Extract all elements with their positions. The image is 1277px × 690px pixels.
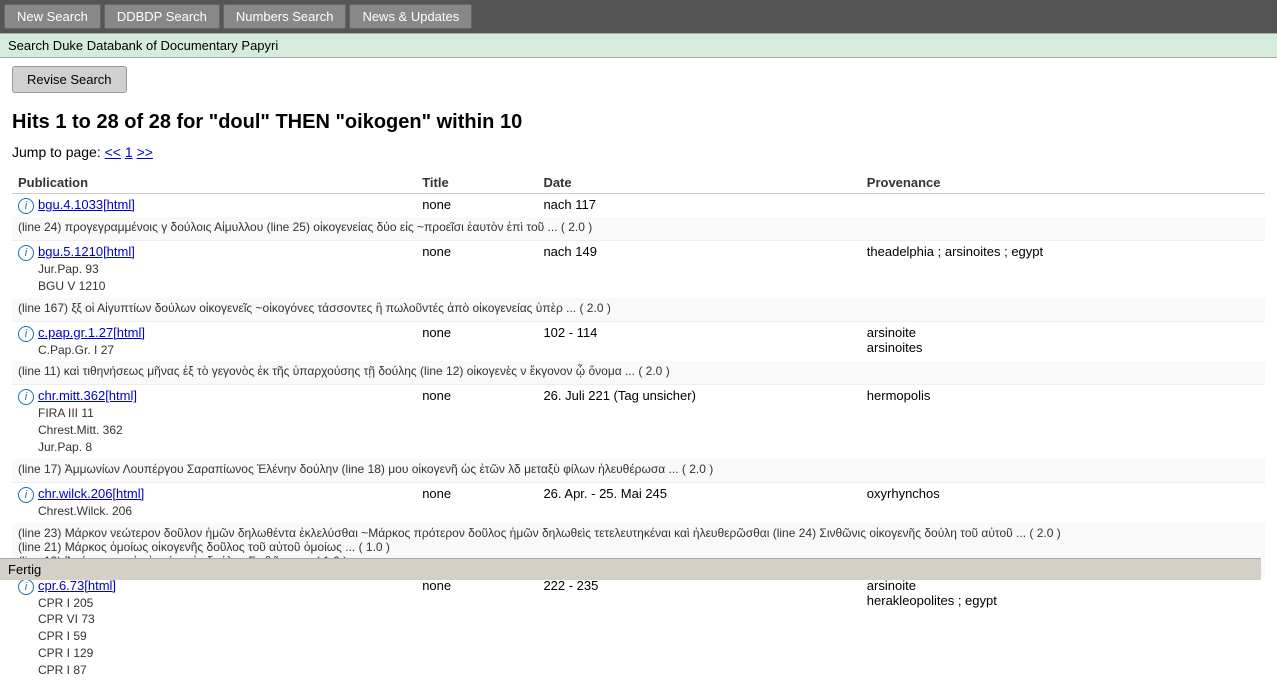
jump-to-page: Jump to page: << 1 >> bbox=[12, 144, 1265, 160]
info-icon[interactable]: i bbox=[18, 389, 34, 405]
publication-cell: i chr.wilck.206[html] Chrest.Wilck. 206 bbox=[12, 482, 416, 522]
title-cell: none bbox=[416, 194, 537, 218]
next-page-link[interactable]: >> bbox=[137, 144, 153, 160]
info-icon[interactable]: i bbox=[18, 198, 34, 214]
main-content: Revise Search Hits 1 to 28 of 28 for "do… bbox=[0, 58, 1277, 690]
publication-cell: i chr.mitt.362[html] FIRA III 11Chrest.Mit… bbox=[12, 385, 416, 459]
info-icon[interactable]: i bbox=[18, 245, 34, 261]
title-cell: none bbox=[416, 241, 537, 298]
context-row: (line 24) προγεγραμμένοις γ δούλοις Αἰμυ… bbox=[12, 217, 1265, 241]
date-cell: nach 117 bbox=[537, 194, 860, 218]
context-row: (line 11) καὶ τιθηνήσεως μῆνας ἐξ τὸ γεγ… bbox=[12, 361, 1265, 385]
publication-details: FIRA III 11Chrest.Mitt. 362Jur.Pap. 8 bbox=[18, 405, 410, 455]
top-nav: New Search DDBDP Search Numbers Search N… bbox=[0, 0, 1277, 33]
publication-details: Chrest.Wilck. 206 bbox=[18, 503, 410, 520]
results-body: ibgu.4.1033[html]nonenach 117(line 24) π… bbox=[12, 194, 1265, 682]
status-text: Fertig bbox=[8, 562, 41, 577]
table-header-row: Publication Title Date Provenance bbox=[12, 172, 1265, 194]
title-cell: none bbox=[416, 574, 537, 681]
publication-cell: i bgu.5.1210[html] Jur.Pap. 93BGU V 1210 bbox=[12, 241, 416, 298]
table-row: icpr.6.73[html]CPR I 205CPR VI 73CPR I 5… bbox=[12, 574, 1265, 681]
provenance-cell: arsinoitearsinoites bbox=[861, 321, 1265, 361]
news-updates-button[interactable]: News & Updates bbox=[349, 4, 472, 29]
results-table: Publication Title Date Provenance i bgu.4… bbox=[12, 172, 1265, 682]
provenance-cell: theadelphia ; arsinoites ; egypt bbox=[861, 241, 1265, 298]
result-link[interactable]: bgu.5.1210[html] bbox=[38, 244, 135, 259]
context-text: (line 11) καὶ τιθηνήσεως μῆνας ἐξ τὸ γεγ… bbox=[12, 361, 1265, 385]
hits-title: Hits 1 to 28 of 28 for "doul" THEN "oiko… bbox=[12, 111, 1265, 134]
date-cell: 26. Juli 221 (Tag unsicher) bbox=[537, 385, 860, 459]
provenance-cell: hermopolis bbox=[861, 385, 1265, 459]
info-icon[interactable]: i bbox=[18, 487, 34, 503]
table-row: i bgu.4.1033[html] nonenach 117 bbox=[12, 194, 1265, 218]
publication-cell: i c.pap.gr.1.27[html] C.Pap.Gr. I 27 bbox=[12, 321, 416, 361]
result-link[interactable]: chr.wilck.206[html] bbox=[38, 486, 144, 501]
context-text: (line 24) προγεγραμμένοις γ δούλοις Αἰμυ… bbox=[12, 217, 1265, 241]
publication-cell: icpr.6.73[html]CPR I 205CPR VI 73CPR I 5… bbox=[12, 574, 416, 681]
provenance-cell: arsinoiteherakleopolites ; egypt bbox=[861, 574, 1265, 681]
prev-page-link[interactable]: << bbox=[105, 144, 121, 160]
provenance-cell bbox=[861, 194, 1265, 218]
title-cell: none bbox=[416, 321, 537, 361]
title-cell: none bbox=[416, 482, 537, 522]
publication-details: Jur.Pap. 93BGU V 1210 bbox=[18, 261, 410, 295]
date-cell: nach 149 bbox=[537, 241, 860, 298]
title-cell: none bbox=[416, 385, 537, 459]
col-publication: Publication bbox=[12, 172, 416, 194]
col-provenance: Provenance bbox=[861, 172, 1265, 194]
info-icon[interactable]: i bbox=[18, 326, 34, 342]
context-text: (line 17) Ἀμμωνίων Λουπέργου Σαραπίωνος … bbox=[12, 459, 1265, 483]
result-link[interactable]: c.pap.gr.1.27[html] bbox=[38, 325, 145, 340]
search-banner: Search Duke Databank of Documentary Papy… bbox=[0, 33, 1277, 58]
context-text: (line 167) ξξ οἱ Αἰγυπτίων δούλων οἰκογε… bbox=[12, 298, 1265, 322]
banner-text: Search Duke Databank of Documentary Papy… bbox=[8, 38, 278, 53]
date-cell: 102 - 114 bbox=[537, 321, 860, 361]
context-row: (line 167) ξξ οἱ Αἰγυπτίων δούλων οἰκογε… bbox=[12, 298, 1265, 322]
status-bar: Fertig bbox=[0, 558, 1261, 580]
ddbdp-search-button[interactable]: DDBDP Search bbox=[104, 4, 220, 29]
table-row: i bgu.5.1210[html] Jur.Pap. 93BGU V 1210no… bbox=[12, 241, 1265, 298]
date-cell: 26. Apr. - 25. Mai 245 bbox=[537, 482, 860, 522]
publication-details: CPR I 205CPR VI 73CPR I 59CPR I 129CPR I… bbox=[18, 595, 410, 679]
date-cell: 222 - 235 bbox=[537, 574, 860, 681]
jump-label: Jump to page: bbox=[12, 144, 101, 160]
col-title: Title bbox=[416, 172, 537, 194]
table-row: i chr.mitt.362[html] FIRA III 11Chrest.Mit… bbox=[12, 385, 1265, 459]
col-date: Date bbox=[537, 172, 860, 194]
provenance-cell: oxyrhynchos bbox=[861, 482, 1265, 522]
table-row: i c.pap.gr.1.27[html] C.Pap.Gr. I 27 none10… bbox=[12, 321, 1265, 361]
result-link[interactable]: bgu.4.1033[html] bbox=[38, 197, 135, 212]
table-row: i chr.wilck.206[html] Chrest.Wilck. 206 non… bbox=[12, 482, 1265, 522]
revise-search-button[interactable]: Revise Search bbox=[12, 66, 127, 93]
result-link[interactable]: chr.mitt.362[html] bbox=[38, 388, 137, 403]
publication-details: C.Pap.Gr. I 27 bbox=[18, 342, 410, 359]
publication-cell: i bgu.4.1033[html] bbox=[12, 194, 416, 218]
page-link[interactable]: 1 bbox=[125, 144, 133, 160]
new-search-button[interactable]: New Search bbox=[4, 4, 101, 29]
context-row: (line 17) Ἀμμωνίων Λουπέργου Σαραπίωνος … bbox=[12, 459, 1265, 483]
numbers-search-button[interactable]: Numbers Search bbox=[223, 4, 347, 29]
info-icon[interactable]: i bbox=[18, 579, 34, 595]
